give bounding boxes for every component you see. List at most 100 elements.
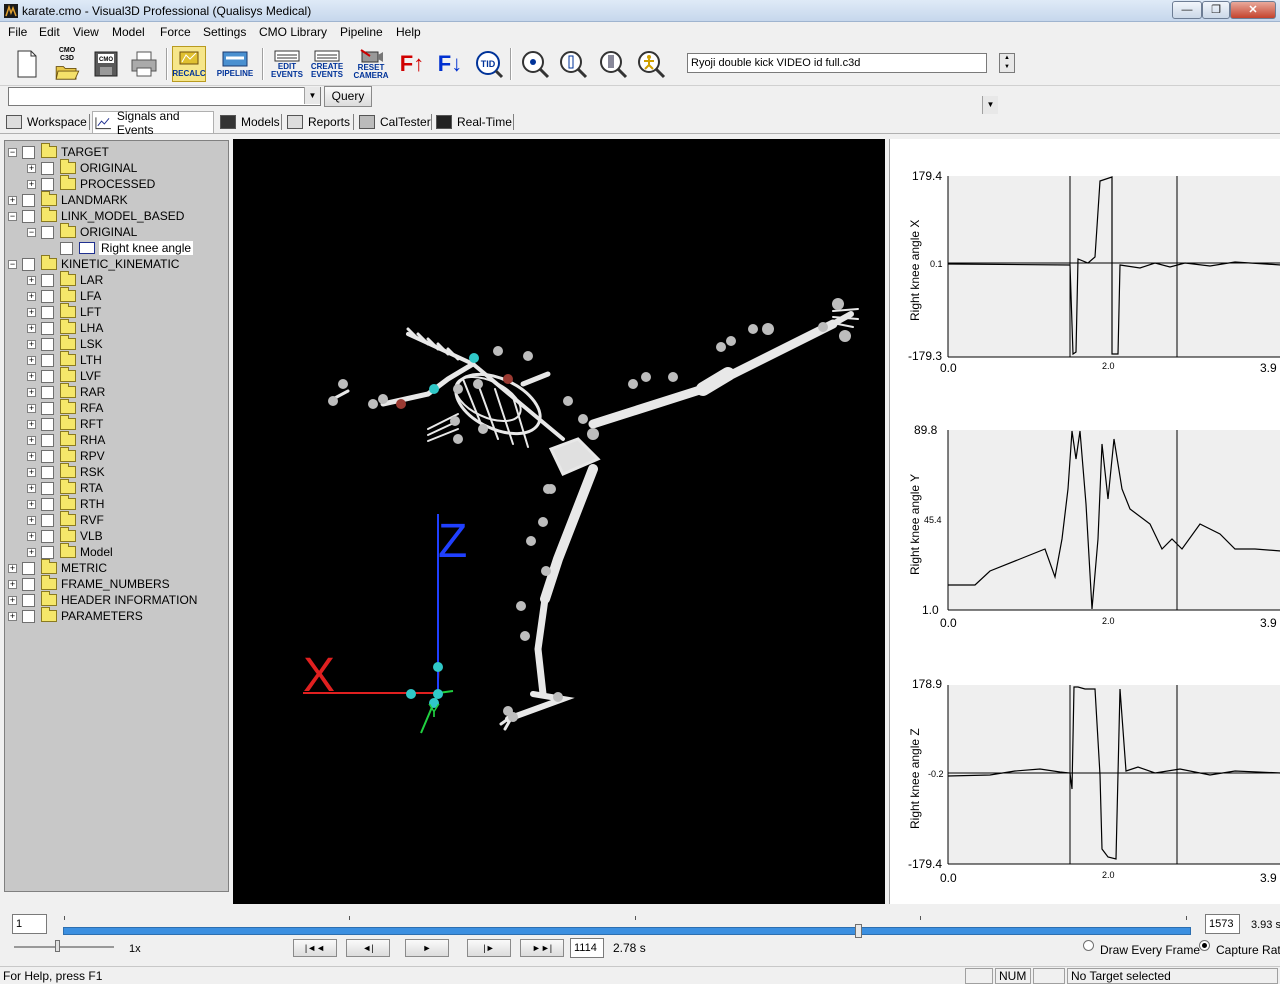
tree-item[interactable]: + RAR xyxy=(27,383,105,400)
tree-checkbox[interactable] xyxy=(41,401,54,415)
tree-checkbox[interactable] xyxy=(22,609,35,623)
close-button[interactable]: ✕ xyxy=(1230,1,1276,19)
force-down-button[interactable]: F ↓ xyxy=(433,46,467,82)
step-back-button[interactable]: ◄| xyxy=(346,939,390,957)
tree-item[interactable]: − LINK_MODEL_BASED xyxy=(8,207,184,224)
tree-item[interactable]: + LTH xyxy=(27,351,102,368)
open-cmo-c3d-button[interactable]: CMO C3D xyxy=(50,46,84,82)
tree-checkbox[interactable] xyxy=(41,465,54,479)
tree-checkbox[interactable] xyxy=(41,353,54,367)
zoom-model-button[interactable] xyxy=(596,46,630,82)
expand-icon[interactable]: + xyxy=(27,403,36,413)
tab-caltester[interactable]: CalTester xyxy=(357,111,431,133)
tree-item[interactable]: + FRAME_NUMBERS xyxy=(8,575,170,592)
tree-item[interactable]: + RFT xyxy=(27,415,103,432)
query-button[interactable]: Query xyxy=(324,86,372,107)
tree-checkbox[interactable] xyxy=(22,561,35,575)
tree-item[interactable]: + RPV xyxy=(27,447,105,464)
expand-icon[interactable]: + xyxy=(27,419,36,429)
edit-events-button[interactable]: EDIT EVENTS xyxy=(270,46,304,82)
menu-file[interactable]: File xyxy=(8,25,27,39)
tree-item[interactable]: + HEADER INFORMATION xyxy=(8,591,197,608)
tree-checkbox[interactable] xyxy=(41,417,54,431)
tab-models[interactable]: Models xyxy=(218,111,280,133)
draw-every-frame-radio[interactable] xyxy=(1083,940,1094,951)
tree-item[interactable]: + METRIC xyxy=(8,559,107,576)
zoom-person-button[interactable] xyxy=(634,46,668,82)
current-frame-input[interactable]: 1114 xyxy=(570,938,604,958)
tree-checkbox[interactable] xyxy=(41,321,54,335)
collapse-icon[interactable]: − xyxy=(8,259,17,269)
expand-icon[interactable]: + xyxy=(27,323,36,333)
tree-checkbox[interactable] xyxy=(22,209,35,223)
timeline-track[interactable] xyxy=(63,927,1191,935)
speed-slider-track[interactable] xyxy=(14,946,114,948)
tree-item[interactable]: + RTA xyxy=(27,479,103,496)
tree-item[interactable]: Right knee angle xyxy=(46,240,194,256)
expand-icon[interactable]: + xyxy=(27,531,36,541)
tree-item[interactable]: − TARGET xyxy=(8,143,109,160)
graph-z[interactable] xyxy=(947,685,1280,865)
expand-icon[interactable]: + xyxy=(8,563,17,573)
new-file-button[interactable] xyxy=(10,46,44,82)
tree-checkbox[interactable] xyxy=(41,529,54,543)
minimize-button[interactable]: — xyxy=(1172,1,1202,19)
expand-icon[interactable]: + xyxy=(27,291,36,301)
tree-checkbox[interactable] xyxy=(41,289,54,303)
force-up-button[interactable]: F ↑ xyxy=(395,46,429,82)
tree-checkbox[interactable] xyxy=(41,481,54,495)
tab-real-time[interactable]: Real-Time xyxy=(434,111,512,133)
step-forward-button[interactable]: |► xyxy=(467,939,511,957)
tree-item[interactable]: + RVF xyxy=(27,511,104,528)
tree-item[interactable]: + PROCESSED xyxy=(27,175,155,192)
expand-icon[interactable]: + xyxy=(27,483,36,493)
file-spinner[interactable]: ▲ ▼ xyxy=(999,53,1015,73)
tree-checkbox[interactable] xyxy=(22,145,35,159)
tree-item[interactable]: + PARAMETERS xyxy=(8,607,143,624)
tree-item[interactable]: + LAR xyxy=(27,271,103,288)
collapse-icon[interactable]: − xyxy=(8,147,17,157)
zoom-point-button[interactable] xyxy=(518,46,552,82)
tree-checkbox[interactable] xyxy=(41,305,54,319)
collapse-icon[interactable]: − xyxy=(8,211,17,221)
tree-checkbox[interactable] xyxy=(41,337,54,351)
expand-icon[interactable]: + xyxy=(27,179,36,189)
timeline-thumb[interactable] xyxy=(855,924,862,938)
expand-icon[interactable]: + xyxy=(27,451,36,461)
pipeline-button[interactable]: PIPELINE xyxy=(217,46,253,82)
tree-checkbox[interactable] xyxy=(41,273,54,287)
tree-item[interactable]: + RSK xyxy=(27,463,105,480)
tree-item[interactable]: + LFA xyxy=(27,287,101,304)
tab-reports[interactable]: Reports xyxy=(285,111,350,133)
tree-checkbox[interactable] xyxy=(41,497,54,511)
tree-checkbox[interactable] xyxy=(22,577,35,591)
expand-icon[interactable]: + xyxy=(8,195,17,205)
tree-item[interactable]: + LHA xyxy=(27,319,103,336)
save-cmo-button[interactable]: CMO xyxy=(89,46,123,82)
tree-checkbox[interactable] xyxy=(41,177,54,191)
expand-icon[interactable]: + xyxy=(27,163,36,173)
tree-checkbox[interactable] xyxy=(41,369,54,383)
tree-item[interactable]: − ORIGINAL xyxy=(27,223,137,240)
tree-item[interactable]: − KINETIC_KINEMATIC xyxy=(8,255,179,272)
tree-item[interactable]: + LANDMARK xyxy=(8,191,128,208)
query-dropdown-icon[interactable]: ▼ xyxy=(304,87,320,104)
tree-checkbox[interactable] xyxy=(22,593,35,607)
expand-icon[interactable]: + xyxy=(8,579,17,589)
expand-icon[interactable]: + xyxy=(27,275,36,285)
end-frame-input[interactable]: 1573 xyxy=(1205,914,1240,934)
speed-slider-thumb[interactable] xyxy=(55,940,60,952)
recalc-button[interactable]: RECALC xyxy=(172,46,206,82)
print-button[interactable] xyxy=(127,46,161,82)
capture-rate-radio[interactable] xyxy=(1199,940,1210,951)
expand-icon[interactable]: + xyxy=(8,611,17,621)
expand-icon[interactable]: + xyxy=(27,387,36,397)
menu-pipeline[interactable]: Pipeline xyxy=(340,25,383,39)
tree-item[interactable]: + Model xyxy=(27,543,113,560)
expand-icon[interactable]: + xyxy=(27,515,36,525)
file-select[interactable]: Ryoji double kick VIDEO id full.c3d xyxy=(687,53,987,73)
expand-icon[interactable]: + xyxy=(27,355,36,365)
tree-checkbox[interactable] xyxy=(41,513,54,527)
go-to-end-button[interactable]: ►►| xyxy=(520,939,564,957)
menu-settings[interactable]: Settings xyxy=(203,25,246,39)
